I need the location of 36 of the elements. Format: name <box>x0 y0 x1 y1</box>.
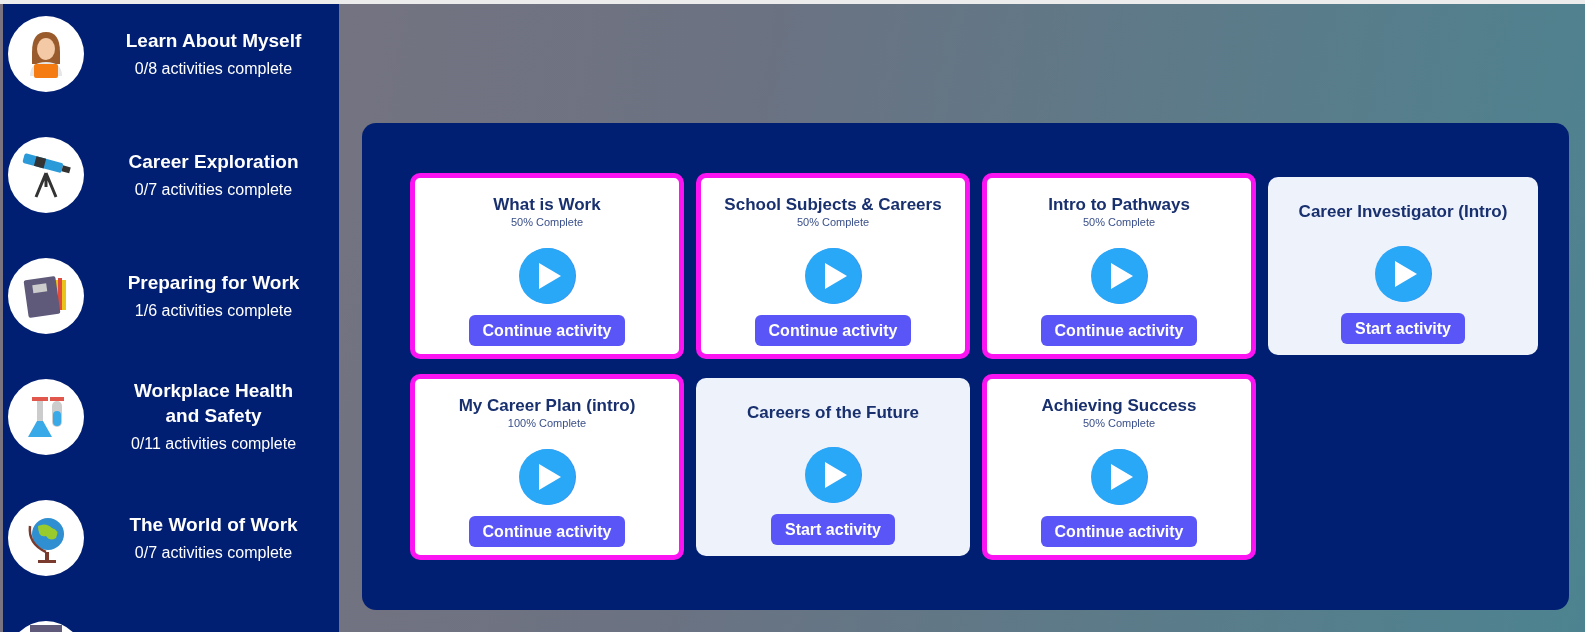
activity-button[interactable]: Start activity <box>770 514 895 545</box>
activity-title: What is Work <box>493 194 601 216</box>
play-icon[interactable] <box>1090 448 1148 506</box>
category-title[interactable]: Workplace Health and Safety <box>118 378 309 428</box>
activity-button[interactable]: Start activity <box>1340 313 1465 344</box>
activity-title: Intro to Pathways <box>1048 194 1190 216</box>
category-title[interactable]: Learn About Myself <box>118 27 309 53</box>
activity-button[interactable]: Continue activity <box>468 315 626 346</box>
play-icon[interactable] <box>1090 247 1148 305</box>
category-activity-count: 1/6 activities complete <box>134 300 293 321</box>
activity-title: Achieving Success <box>1041 395 1197 417</box>
activity-title: School Subjects & Careers <box>724 194 942 216</box>
activity-percent: 50% Complete <box>796 216 870 229</box>
activity-percent: 50% Complete <box>510 216 584 229</box>
category-activity-count: 0/7 activities complete <box>134 179 293 200</box>
play-icon[interactable] <box>804 446 862 504</box>
play-icon[interactable] <box>518 247 576 305</box>
category-activity-count: 0/11 activities complete <box>130 434 297 454</box>
activity-percent: 100% Complete <box>507 417 587 430</box>
category-title[interactable]: Career Exploration <box>118 148 309 174</box>
activity-button[interactable]: Continue activity <box>1040 315 1198 346</box>
category-activity-count: 0/8 activities complete <box>134 58 293 79</box>
activity-button[interactable]: Continue activity <box>468 516 626 547</box>
play-icon[interactable] <box>518 448 576 506</box>
play-icon[interactable] <box>804 247 862 305</box>
activity-percent: 50% Complete <box>1082 216 1156 229</box>
activity-button[interactable]: Continue activity <box>754 315 912 346</box>
activity-title: Career Investigator (Intro) <box>1298 201 1508 223</box>
category-title[interactable]: The World of Work <box>118 511 309 537</box>
activity-percent: 50% Complete <box>1082 417 1156 430</box>
activity-title: Careers of the Future <box>747 402 919 424</box>
play-icon[interactable] <box>1374 245 1432 303</box>
activity-title: My Career Plan (intro) <box>458 395 636 417</box>
category-activity-count: 0/7 activities complete <box>134 542 293 563</box>
activity-button[interactable]: Continue activity <box>1040 516 1198 547</box>
category-title[interactable]: Preparing for Work <box>118 269 309 295</box>
